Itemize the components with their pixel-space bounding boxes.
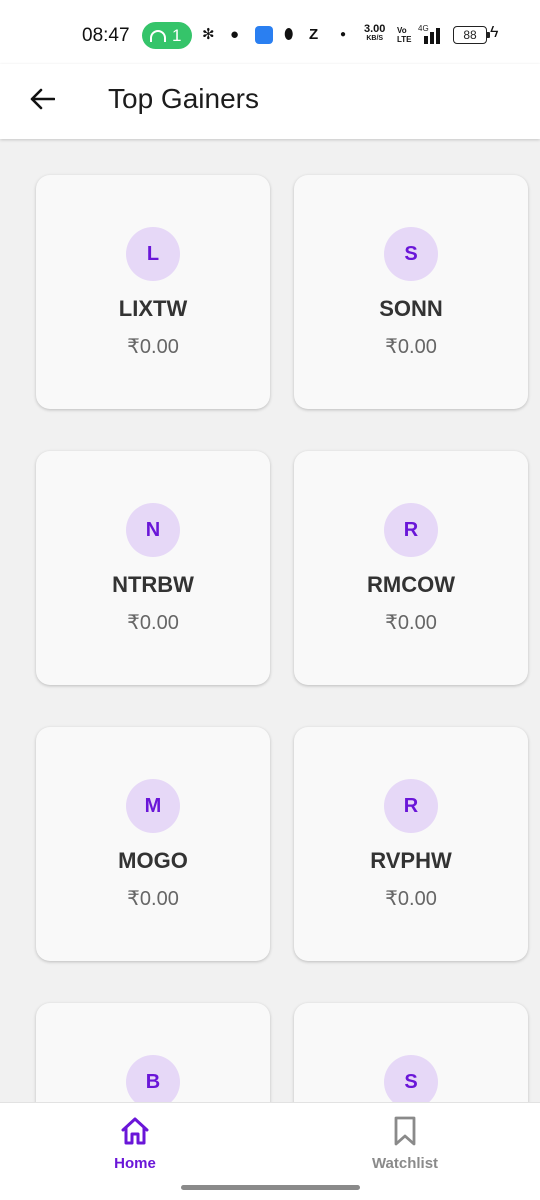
chat-icon: ● <box>230 26 240 43</box>
app-notification-icon <box>255 26 273 44</box>
signal-icon: 4G <box>418 24 444 44</box>
stock-symbol: MOGO <box>118 848 188 873</box>
bookmark-icon <box>394 1116 416 1146</box>
stock-symbol: RMCOW <box>367 572 455 597</box>
stock-price: ₹0.00 <box>127 612 179 634</box>
stock-card[interactable]: N NTRBW ₹0.00 <box>36 451 270 685</box>
stock-avatar: S <box>384 227 438 281</box>
top-gainers-grid[interactable]: L LIXTW ₹0.00 S SONN ₹0.00 N NTRBW ₹0.00… <box>0 139 540 1102</box>
hotspot-icon <box>150 29 166 42</box>
page-title: Top Gainers <box>108 83 259 114</box>
network-speed: 3.00 KB/S <box>364 23 386 43</box>
nav-watchlist-label: Watchlist <box>371 1155 439 1172</box>
stock-price: ₹0.00 <box>127 888 179 910</box>
nav-home[interactable]: Home <box>55 1103 215 1183</box>
stock-card[interactable]: R RMCOW ₹0.00 <box>294 451 528 685</box>
nav-watchlist[interactable]: Watchlist <box>325 1103 485 1183</box>
stock-avatar: M <box>126 779 180 833</box>
volte-indicator: Vo LTE <box>397 26 412 44</box>
stock-symbol: NTRBW <box>112 572 194 597</box>
hotspot-indicator: 1 <box>142 22 192 49</box>
stock-avatar: N <box>126 503 180 557</box>
gesture-handle[interactable] <box>181 1185 360 1190</box>
stock-card[interactable]: S SONN ₹0.00 <box>294 175 528 409</box>
charging-icon: ϟ <box>490 24 499 41</box>
stock-card[interactable]: S <box>294 1003 528 1102</box>
stock-price: ₹0.00 <box>127 336 179 358</box>
stock-avatar: R <box>384 779 438 833</box>
stock-avatar: B <box>126 1055 180 1102</box>
stock-symbol: SONN <box>379 296 443 321</box>
more-notifications-icon: ● <box>340 29 347 40</box>
status-bar: 08:47 1 ✻ ● ⬮ Z ● 3.00 KB/S Vo LTE 4G 88… <box>0 0 540 64</box>
stock-price: ₹0.00 <box>385 888 437 910</box>
slack-icon: ✻ <box>202 26 215 43</box>
back-button[interactable] <box>22 79 62 119</box>
zomato-icon: Z <box>309 26 319 43</box>
stock-card[interactable]: R RVPHW ₹0.00 <box>294 727 528 961</box>
battery-indicator: 88 <box>453 26 490 44</box>
status-time: 08:47 <box>82 25 130 46</box>
arrow-back-icon <box>30 88 55 110</box>
stock-price: ₹0.00 <box>385 336 437 358</box>
location-icon: ⬮ <box>284 26 294 43</box>
app-bar: Top Gainers <box>0 64 540 139</box>
stock-card[interactable]: B <box>36 1003 270 1102</box>
stock-avatar: S <box>384 1055 438 1102</box>
stock-card[interactable]: M MOGO ₹0.00 <box>36 727 270 961</box>
stock-price: ₹0.00 <box>385 612 437 634</box>
stock-avatar: L <box>126 227 180 281</box>
home-icon <box>121 1117 149 1145</box>
stock-avatar: R <box>384 503 438 557</box>
stock-symbol: RVPHW <box>370 848 452 873</box>
stock-symbol: LIXTW <box>118 296 188 321</box>
hotspot-count: 1 <box>172 25 182 45</box>
nav-home-label: Home <box>114 1155 156 1172</box>
stock-card[interactable]: L LIXTW ₹0.00 <box>36 175 270 409</box>
